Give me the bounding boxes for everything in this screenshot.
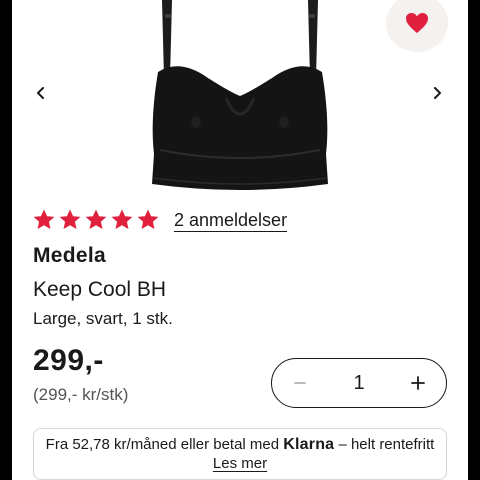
product-name: Keep Cool BH (33, 278, 167, 301)
heart-icon (406, 13, 428, 33)
minus-icon (294, 382, 306, 384)
product-gallery[interactable] (12, 0, 468, 200)
klarna-text-before: Fra 52,78 kr/måned eller betal med (45, 436, 280, 453)
star-icon (137, 209, 159, 229)
increase-quantity-button[interactable] (408, 373, 428, 393)
quantity-stepper (271, 358, 447, 408)
chevron-left-icon (37, 87, 44, 99)
plus-icon (411, 376, 425, 390)
rating-stars (32, 208, 160, 232)
product-image (152, 0, 328, 190)
klarna-read-more-link[interactable]: Les mer (213, 455, 267, 472)
product-price: 299,- (33, 344, 104, 377)
unit-price: (299,- kr/stk) (33, 385, 129, 404)
gallery-prev-button[interactable] (28, 80, 54, 106)
star-icon (85, 209, 107, 229)
chevron-right-icon (434, 87, 441, 99)
star-icon (111, 209, 133, 229)
favorite-button[interactable] (386, 0, 448, 52)
decrease-quantity-button[interactable] (290, 373, 310, 393)
product-rating: 2 anmeldelser (32, 206, 287, 234)
product-variant: Large, svart, 1 stk. (33, 309, 173, 328)
quantity-input[interactable] (329, 371, 389, 395)
star-icon (59, 209, 81, 229)
klarna-logo: Klarna (283, 436, 335, 453)
klarna-text-after: – helt rentefritt (338, 436, 435, 453)
gallery-next-button[interactable] (424, 80, 450, 106)
reviews-link[interactable]: 2 anmeldelser (174, 210, 287, 231)
klarna-financing-banner: Fra 52,78 kr/måned eller betal med Klarn… (33, 428, 447, 480)
product-page: 2 anmeldelser Medela Keep Cool BH Large,… (12, 0, 468, 480)
product-brand[interactable]: Medela (33, 244, 106, 268)
star-icon (33, 209, 55, 229)
